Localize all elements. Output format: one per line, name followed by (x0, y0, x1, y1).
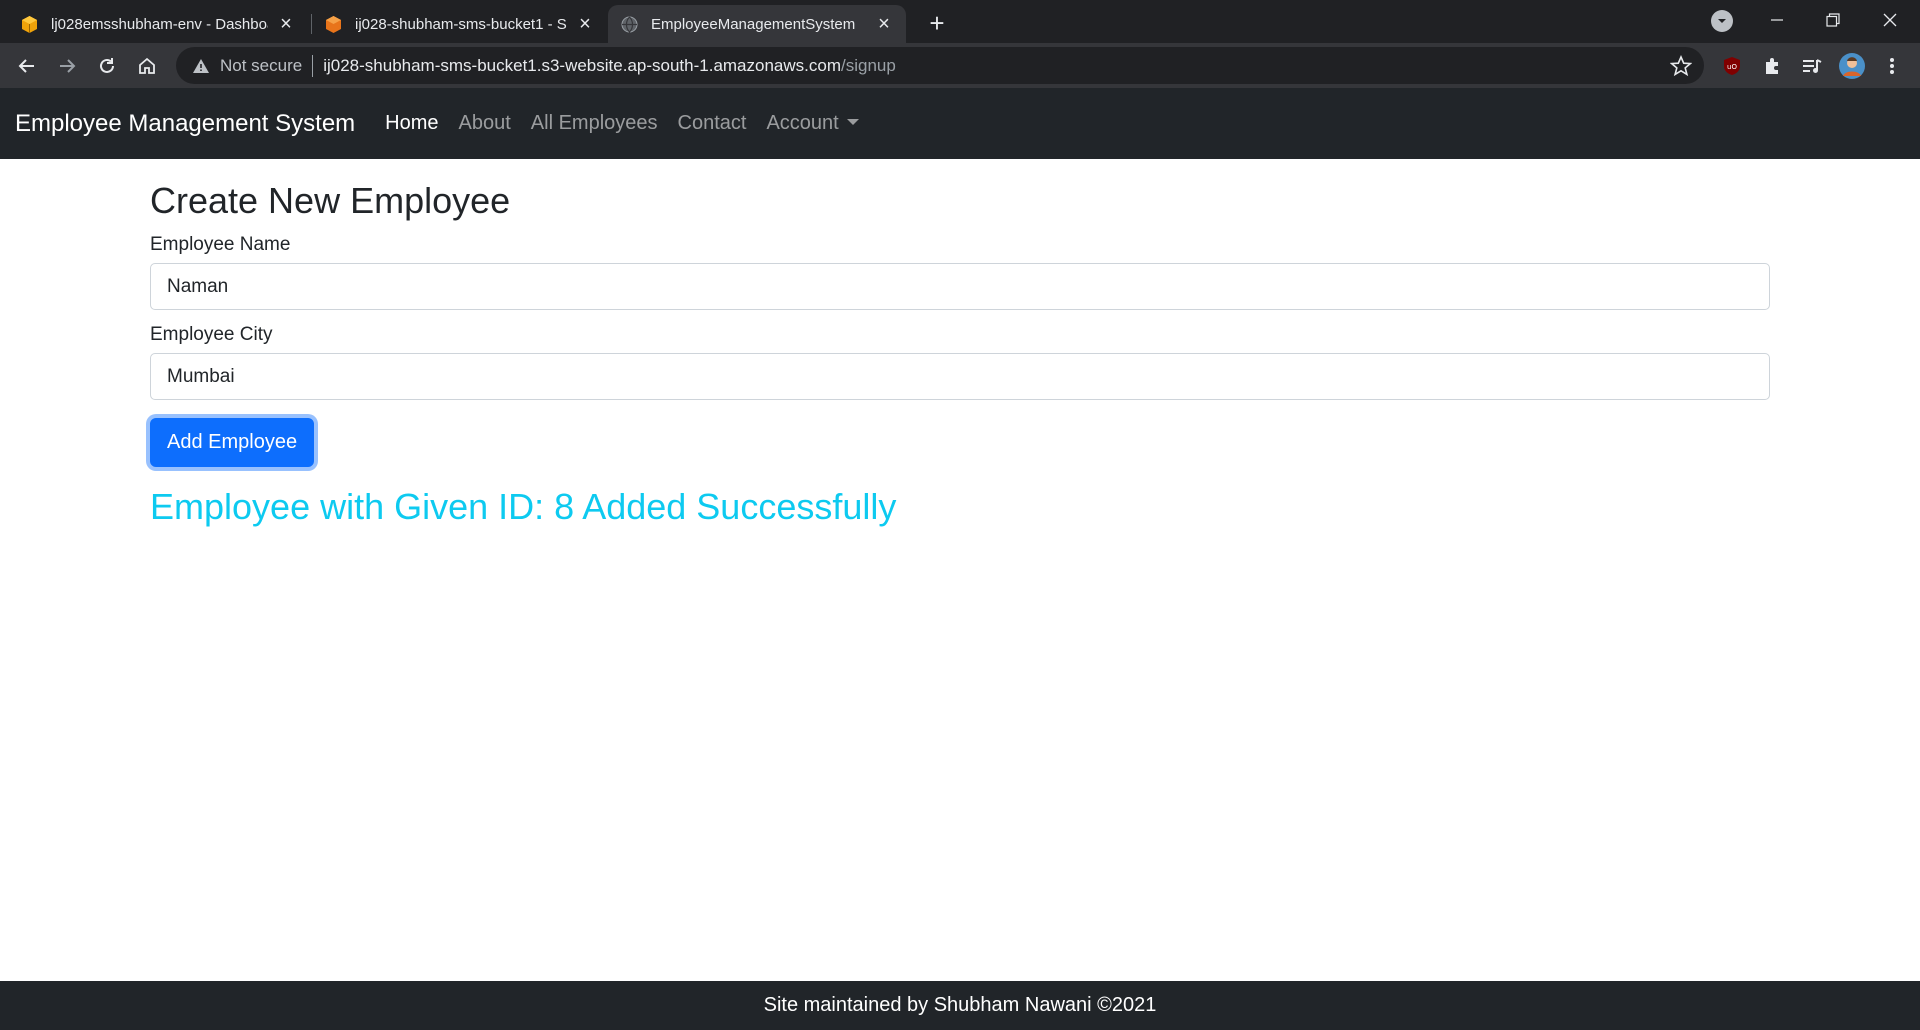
close-icon (1883, 13, 1897, 27)
ublock-extension-button[interactable]: uO (1719, 53, 1745, 79)
browser-toolbar: Not secure ij028-shubham-sms-bucket1.s3-… (0, 43, 1920, 88)
reload-button[interactable] (90, 49, 124, 83)
playlist-music-icon (1803, 59, 1822, 73)
close-tab-icon[interactable]: × (874, 13, 894, 35)
nav-link-account-label: Account (766, 112, 839, 134)
close-window-button[interactable] (1870, 2, 1910, 38)
back-button[interactable] (10, 49, 44, 83)
new-tab-button[interactable]: + (922, 8, 952, 38)
aws-cube-icon (20, 15, 39, 34)
avatar-icon (1839, 53, 1865, 79)
footer-text: Site maintained by Shubham Nawani ©2021 (763, 994, 1157, 1016)
svg-text:uO: uO (1727, 63, 1737, 71)
puzzle-piece-icon (1766, 58, 1778, 74)
page-title: Create New Employee (150, 180, 511, 221)
employee-city-input[interactable] (150, 353, 1770, 401)
page-footer: Site maintained by Shubham Nawani ©2021 (0, 981, 1920, 1030)
restore-icon (1826, 13, 1840, 27)
not-secure-label[interactable]: Not secure (220, 56, 302, 76)
success-message: Employee with Given ID: 8 Added Successf… (150, 486, 897, 528)
forward-button[interactable] (50, 49, 84, 83)
nav-dropdown-account[interactable]: Account (766, 112, 859, 135)
close-tab-icon[interactable]: × (575, 13, 595, 35)
main-content: Create New Employee Employee Name Employ… (150, 159, 1770, 528)
tab-s3-bucket[interactable]: ij028-shubham-sms-bucket1 - S3 × (312, 5, 607, 43)
nav-link-contact[interactable]: Contact (678, 112, 747, 135)
profile-avatar[interactable] (1839, 53, 1865, 79)
minimize-button[interactable] (1757, 2, 1797, 38)
chrome-menu-button[interactable] (1879, 53, 1905, 79)
globe-icon (620, 15, 639, 34)
media-controls-button[interactable] (1799, 53, 1825, 79)
omnibox-divider (312, 54, 314, 77)
tab-title: lj028emsshubham-env - Dashboard (51, 15, 268, 33)
tab-employee-management[interactable]: EmployeeManagementSystem × (608, 5, 906, 43)
tab-dashboard[interactable]: lj028emsshubham-env - Dashboard × (8, 5, 308, 43)
home-button[interactable] (130, 49, 164, 83)
tab-search-button[interactable] (1711, 10, 1733, 32)
forward-arrow-icon (60, 59, 76, 73)
employee-city-label: Employee City (150, 324, 273, 346)
tab-title: EmployeeManagementSystem (651, 15, 856, 33)
warning-icon (193, 58, 209, 73)
nav-link-all-employees[interactable]: All Employees (531, 112, 658, 135)
back-arrow-icon (18, 59, 34, 73)
add-employee-button[interactable]: Add Employee (150, 418, 315, 468)
ublock-shield-icon: uO (1724, 57, 1740, 75)
navbar-brand[interactable]: Employee Management System (15, 110, 355, 138)
s3-bucket-icon (324, 15, 343, 34)
minimize-icon (1771, 19, 1783, 21)
employee-name-input[interactable] (150, 263, 1770, 311)
url-host: ij028-shubham-sms-bucket1.s3-website.ap-… (323, 55, 841, 75)
browser-tab-strip: lj028emsshubham-env - Dashboard × ij028-… (0, 0, 1920, 43)
more-vert-icon (1890, 58, 1894, 74)
nav-link-home[interactable]: Home (385, 112, 438, 135)
restore-button[interactable] (1813, 2, 1853, 38)
address-bar[interactable]: Not secure ij028-shubham-sms-bucket1.s3-… (176, 47, 1704, 84)
bookmark-star-icon[interactable] (1670, 55, 1692, 77)
close-tab-icon[interactable]: × (276, 13, 296, 35)
extensions-button[interactable] (1759, 53, 1785, 79)
home-icon (139, 57, 155, 74)
nav-link-about[interactable]: About (459, 112, 511, 135)
tab-title: ij028-shubham-sms-bucket1 - S3 (355, 15, 567, 33)
reload-icon (100, 58, 114, 73)
app-navbar: Employee Management System Home About Al… (0, 88, 1920, 159)
url-path: /signup (841, 55, 896, 75)
caret-down-icon (846, 118, 859, 125)
employee-name-label: Employee Name (150, 234, 291, 256)
chevron-down-icon (1718, 19, 1726, 23)
